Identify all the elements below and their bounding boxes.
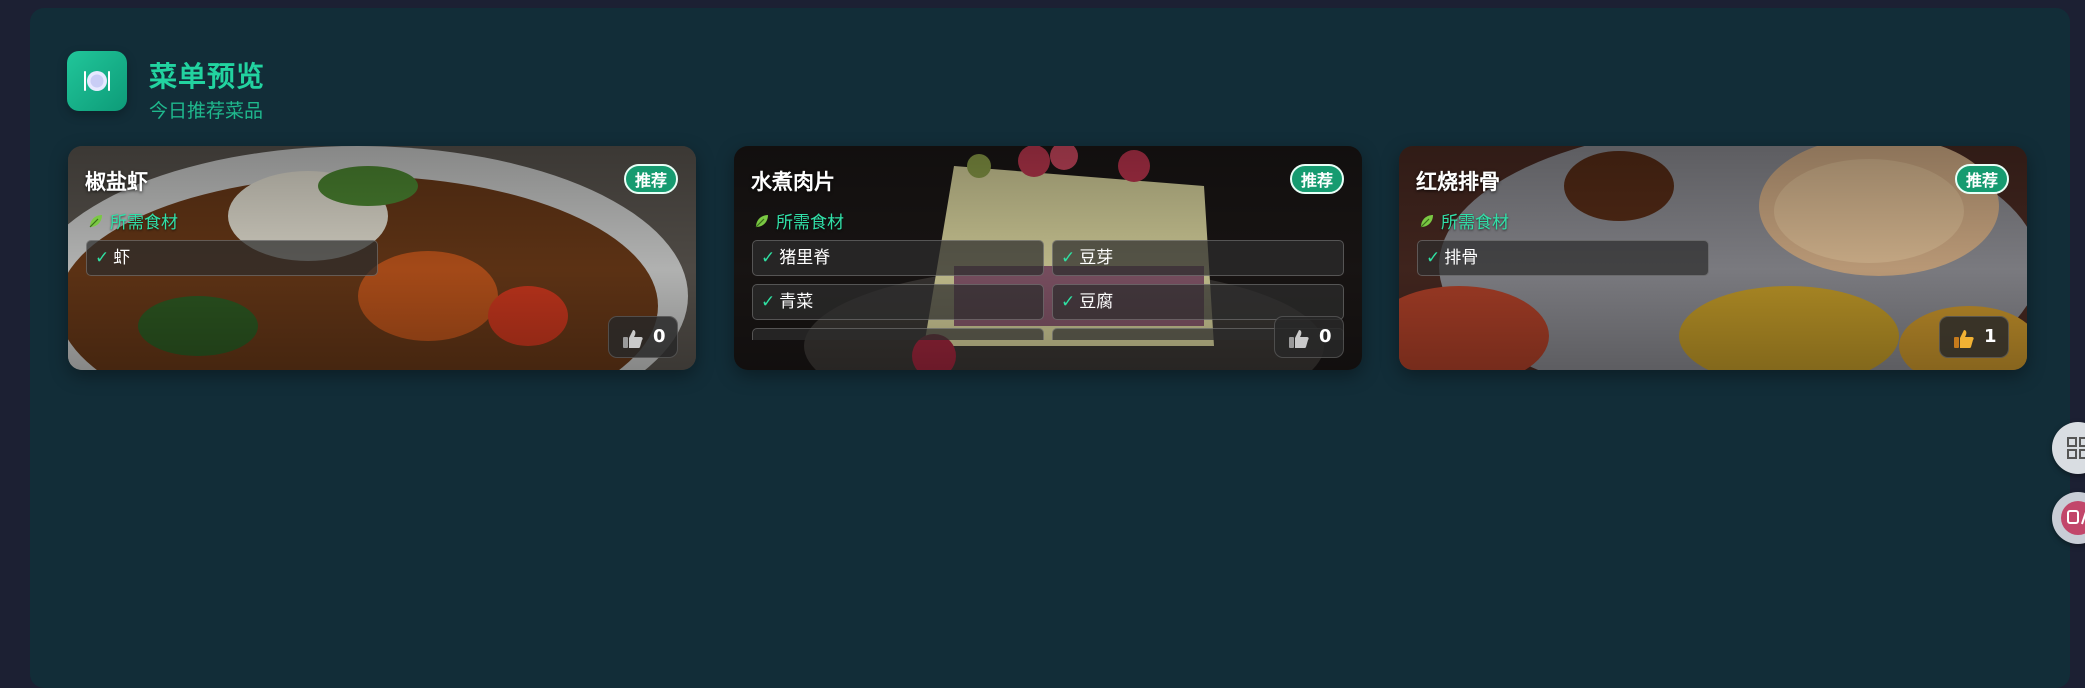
check-icon: ✓ bbox=[1061, 248, 1076, 268]
dish-card[interactable]: 红烧排骨 推荐 所需食材 ✓ 排骨 1 bbox=[1399, 146, 2027, 370]
page-subtitle: 今日推荐菜品 bbox=[149, 100, 264, 122]
dish-name: 水煮肉片 bbox=[751, 170, 835, 194]
ingredient-chip: ✓ 猪里脊 bbox=[752, 240, 1044, 276]
like-count: 0 bbox=[1319, 326, 1332, 347]
grid-apps-icon bbox=[2066, 436, 2085, 464]
like-count: 1 bbox=[1984, 326, 1997, 347]
plate-cutlery-icon bbox=[67, 51, 127, 111]
check-icon: ✓ bbox=[1061, 292, 1076, 312]
ingredients-title: 所需食材 bbox=[754, 208, 844, 234]
ingredients-title: 所需食材 bbox=[88, 208, 178, 234]
leaf-icon bbox=[88, 213, 104, 234]
ingredient-list: ✓ 猪里脊 ✓ 豆芽 ✓ 青菜 ✓ 豆腐 bbox=[752, 240, 1344, 340]
dish-card[interactable]: 水煮肉片 推荐 所需食材 ✓ 猪里脊 ✓ 豆芽 ✓ 青菜 ✓ 豆腐 0 bbox=[734, 146, 1362, 370]
check-icon: ✓ bbox=[761, 292, 776, 312]
thumbs-up-icon bbox=[1288, 329, 1310, 353]
ingredient-chip: ✓ 豆腐 bbox=[1052, 284, 1344, 320]
like-count: 0 bbox=[653, 326, 666, 347]
recommend-badge: 推荐 bbox=[623, 164, 678, 194]
like-button[interactable]: 0 bbox=[608, 316, 678, 358]
dish-name: 椒盐虾 bbox=[85, 170, 148, 194]
thumbs-up-icon bbox=[1953, 329, 1975, 353]
ingredients-title: 所需食材 bbox=[1419, 208, 1509, 234]
ingredient-chip-overflow bbox=[752, 328, 1044, 340]
ingredient-list: ✓ 虾 bbox=[86, 240, 678, 340]
check-icon: ✓ bbox=[761, 248, 776, 268]
leaf-icon bbox=[754, 213, 770, 234]
ingredient-chip: ✓ 豆芽 bbox=[1052, 240, 1344, 276]
dish-card[interactable]: 椒盐虾 推荐 所需食材 ✓ 虾 0 bbox=[68, 146, 696, 370]
thumbs-up-icon bbox=[622, 329, 644, 353]
ingredient-chip: ✓ 虾 bbox=[86, 240, 378, 276]
like-button[interactable]: 0 bbox=[1274, 316, 1344, 358]
like-button[interactable]: 1 bbox=[1939, 316, 2009, 358]
check-icon: ✓ bbox=[95, 248, 110, 268]
page-title: 菜单预览 bbox=[149, 60, 266, 93]
leaf-icon bbox=[1419, 213, 1435, 234]
check-icon: ✓ bbox=[1426, 248, 1441, 268]
recommend-badge: 推荐 bbox=[1954, 164, 2009, 194]
dish-name: 红烧排骨 bbox=[1416, 170, 1500, 194]
ingredient-chip: ✓ 青菜 bbox=[752, 284, 1044, 320]
ingredient-list: ✓ 排骨 bbox=[1417, 240, 2009, 340]
ingredient-chip: ✓ 排骨 bbox=[1417, 240, 1709, 276]
translate-icon bbox=[2060, 500, 2085, 540]
recommend-badge: 推荐 bbox=[1289, 164, 1344, 194]
